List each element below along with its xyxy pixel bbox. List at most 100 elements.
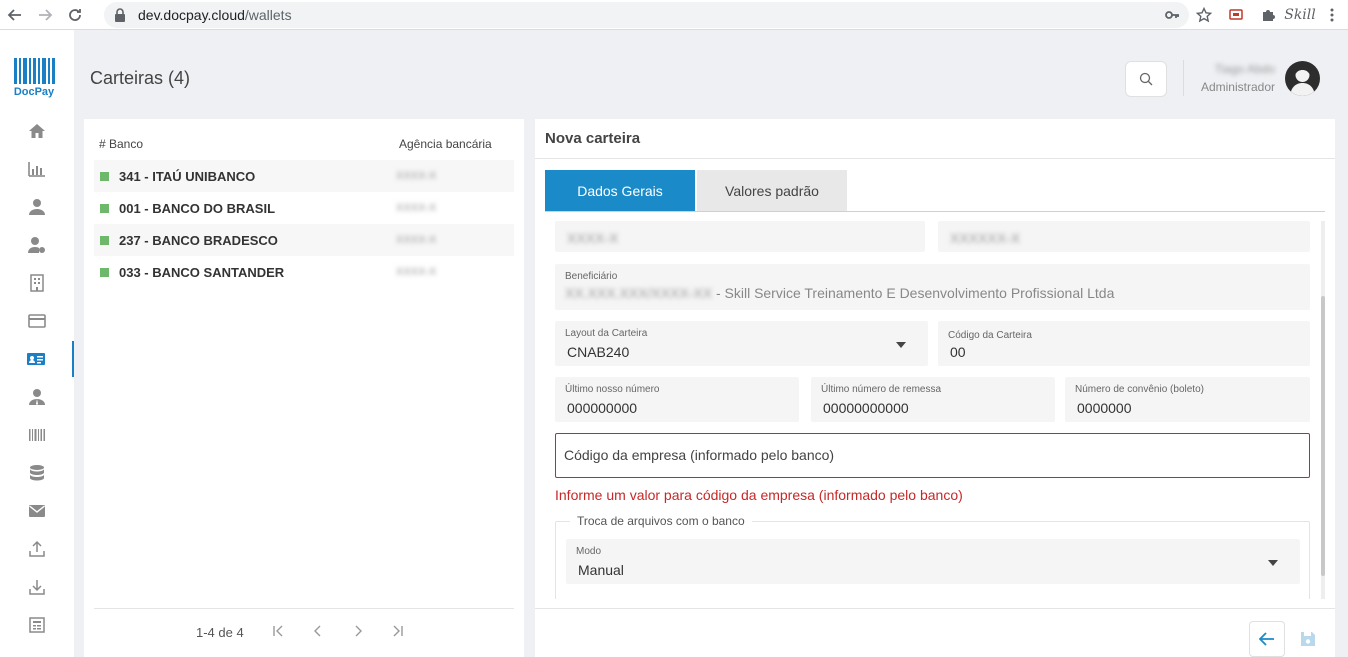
sidebar-item-database[interactable]: [0, 455, 74, 491]
column-header-bank[interactable]: # Banco: [99, 137, 143, 151]
forward-arrow-icon[interactable]: [30, 0, 60, 30]
manager-icon: [29, 389, 45, 405]
url-path: /wallets: [244, 7, 292, 23]
codigo-empresa-placeholder: Código da empresa (informado pelo banco): [564, 447, 835, 463]
modo-label: Modo: [576, 546, 602, 557]
sidebar-item-wallets[interactable]: [0, 341, 74, 377]
troca-arquivos-group: Troca de arquivos com o banco Modo Manua…: [555, 514, 1310, 599]
sidebar-item-managers[interactable]: [0, 379, 74, 415]
beneficiario-document: XX.XXX.XXX/XXXX-XX: [565, 285, 713, 301]
layout-select[interactable]: Layout da Carteira CNAB240: [555, 321, 928, 366]
search-icon: [1139, 72, 1153, 86]
user-icon: [29, 199, 45, 215]
bank-name: 033 - BANCO SANTANDER: [119, 264, 285, 280]
codigo-empresa-input[interactable]: Código da empresa (informado pelo banco): [555, 433, 1310, 478]
arrow-left-icon: [1259, 632, 1274, 646]
sidebar-item-download[interactable]: [0, 569, 74, 605]
sidebar-item-home[interactable]: [0, 113, 74, 149]
table-row[interactable]: 033 - BANCO SANTANDER XXXX-X: [94, 256, 514, 288]
previous-page-icon[interactable]: [298, 624, 338, 640]
sidebar-item-user-settings[interactable]: [0, 227, 74, 263]
table-row[interactable]: 341 - ITAÚ UNIBANCO XXXX-X: [94, 160, 514, 192]
back-button[interactable]: [1249, 621, 1285, 657]
codigo-empresa-error: Informe um valor para código da empresa …: [555, 487, 963, 503]
modo-value: Manual: [578, 562, 624, 578]
codigo-carteira-value: 00: [950, 344, 966, 360]
account-field[interactable]: XXXXXX-X: [938, 221, 1310, 252]
puzzle-icon[interactable]: [1252, 0, 1284, 30]
search-button[interactable]: [1125, 61, 1167, 97]
brand-name: DocPay: [13, 86, 55, 98]
page-title: Carteiras (4): [90, 68, 191, 88]
ultimo-remessa-field[interactable]: Último número de remessa 00000000000: [811, 377, 1055, 422]
ultimo-remessa-label: Último número de remessa: [821, 384, 942, 395]
address-bar[interactable]: dev.docpay.cloud/wallets: [104, 2, 1189, 28]
tabs-underline: [545, 211, 1325, 212]
scrollbar-thumb[interactable]: [1321, 296, 1325, 576]
table-footer-divider: [94, 608, 514, 609]
building-icon: [30, 274, 44, 292]
wallet-form: XXXX-X XXXXXX-X Beneficiário XX.XXX.XXX/…: [545, 221, 1325, 599]
troca-arquivos-legend: Troca de arquivos com o banco: [570, 514, 752, 528]
status-indicator: [100, 171, 109, 181]
bar-chart-icon: [28, 162, 45, 177]
column-header-agency[interactable]: Agência bancária: [399, 137, 492, 151]
reload-icon[interactable]: [60, 0, 90, 30]
convenio-field[interactable]: Número de convênio (boleto) 0000000: [1065, 377, 1310, 422]
sidebar-item-mail[interactable]: [0, 493, 74, 529]
barcode-icon: [29, 429, 45, 441]
star-icon[interactable]: [1188, 0, 1220, 30]
download-icon: [29, 580, 45, 595]
avatar[interactable]: [1285, 61, 1320, 96]
database-icon: [30, 465, 44, 481]
form-scrollbar[interactable]: [1321, 221, 1325, 599]
tab-valores-padrao[interactable]: Valores padrão: [697, 170, 847, 211]
ultimo-remessa-value: 00000000000: [823, 400, 909, 416]
table-row[interactable]: 237 - BANCO BRADESCO XXXX-X: [94, 224, 514, 256]
sidebar-item-list[interactable]: [0, 607, 74, 643]
bank-name: 341 - ITAÚ UNIBANCO: [119, 168, 256, 184]
beneficiario-value: XX.XXX.XXX/XXXX-XX - Skill Service Trein…: [565, 285, 1114, 301]
more-icon[interactable]: [1316, 0, 1348, 30]
ultimo-nosso-numero-field[interactable]: Último nosso número 000000000: [555, 377, 799, 422]
agency-value: XXXX-X: [396, 266, 437, 278]
first-page-icon[interactable]: [258, 624, 298, 640]
last-page-icon[interactable]: [378, 624, 418, 640]
panel-title: Nova carteira: [545, 130, 641, 147]
modo-select[interactable]: Modo Manual: [566, 539, 1300, 584]
header-divider: [1183, 60, 1184, 96]
convenio-value: 0000000: [1077, 400, 1132, 416]
codigo-carteira-field[interactable]: Código da Carteira 00: [938, 321, 1310, 366]
sidebar-item-upload[interactable]: [0, 531, 74, 567]
table-row[interactable]: 001 - BANCO DO BRASIL XXXX-X: [94, 192, 514, 224]
docpay-logo[interactable]: DocPay: [12, 58, 56, 98]
pager-range: 1-4 de 4: [196, 624, 244, 640]
agency-value: XXXX-X: [396, 234, 437, 246]
beneficiario-field[interactable]: Beneficiário XX.XXX.XXX/XXXX-XX - Skill …: [555, 264, 1310, 310]
tab-dados-gerais[interactable]: Dados Gerais: [545, 170, 695, 211]
pagination: 1-4 de 4: [196, 624, 418, 640]
sidebar-item-cards[interactable]: [0, 303, 74, 339]
status-indicator: [100, 203, 109, 213]
save-button[interactable]: [1290, 621, 1326, 657]
sidebar-item-barcodes[interactable]: [0, 417, 74, 453]
bank-name: 001 - BANCO DO BRASIL: [119, 200, 276, 216]
skill-extension-icon[interactable]: Skill: [1284, 0, 1316, 30]
url-host: dev.docpay.cloud: [138, 7, 245, 23]
agency-field-value: XXXX-X: [567, 230, 619, 246]
key-icon[interactable]: [1156, 0, 1188, 30]
layout-value: CNAB240: [567, 344, 630, 360]
back-arrow-icon[interactable]: [0, 0, 30, 30]
save-icon: [1301, 632, 1315, 646]
sidebar-item-reports[interactable]: [0, 151, 74, 187]
chevron-down-icon: [1268, 560, 1278, 566]
account-field-value: XXXXXX-X: [950, 230, 1021, 246]
agency-field[interactable]: XXXX-X: [555, 221, 925, 252]
ultimo-nosso-numero-value: 000000000: [567, 400, 638, 416]
cast-icon[interactable]: [1220, 0, 1252, 30]
beneficiario-company: - Skill Service Treinamento E Desenvolvi…: [712, 285, 1115, 301]
status-indicator: [100, 235, 109, 245]
sidebar-item-users[interactable]: [0, 189, 74, 225]
sidebar-item-companies[interactable]: [0, 265, 74, 301]
next-page-icon[interactable]: [338, 624, 378, 640]
